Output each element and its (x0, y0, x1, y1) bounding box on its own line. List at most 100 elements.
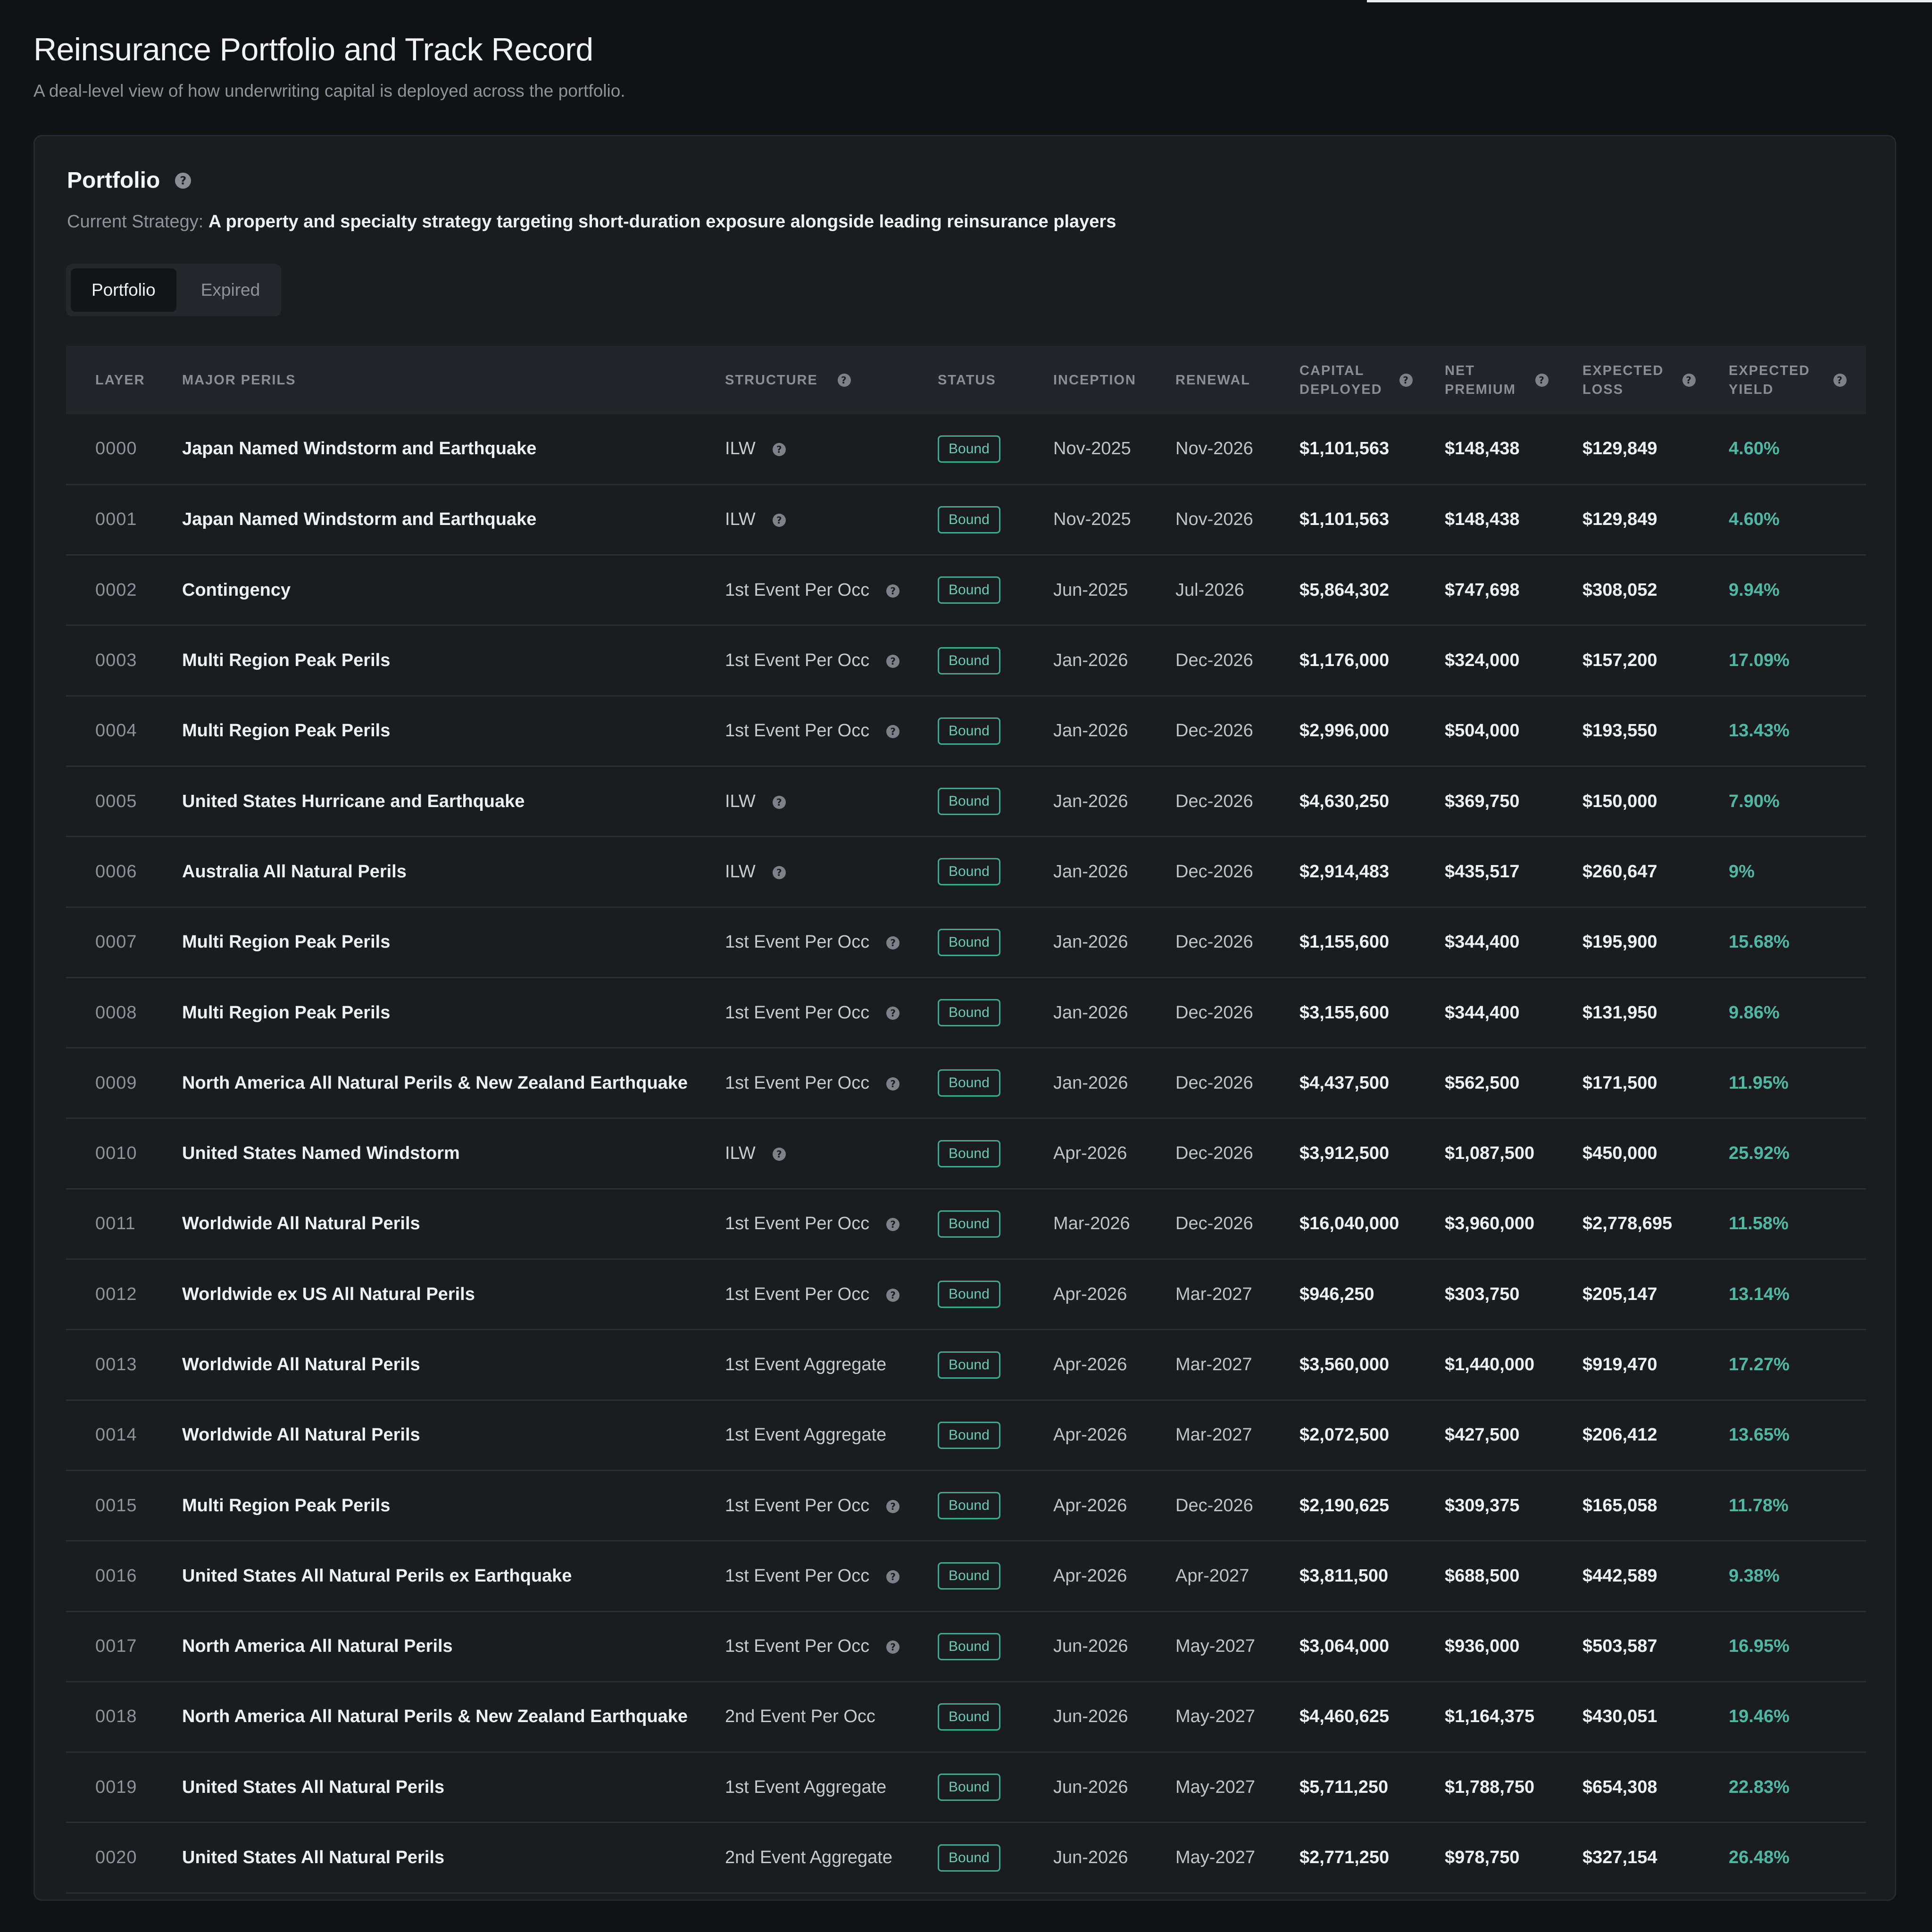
cell-capital: $2,190,625 (1299, 1495, 1390, 1516)
col-header-status[interactable]: Status (908, 346, 1024, 414)
question-circle-icon[interactable]: ? (886, 1077, 900, 1091)
table-row[interactable]: 0005 United States Hurricane and Earthqua… (66, 766, 1866, 837)
col-header-structure[interactable]: Structure? (696, 346, 908, 414)
col-header-loss[interactable]: Expected Loss? (1553, 346, 1699, 414)
question-circle-icon[interactable]: ? (886, 1218, 900, 1232)
question-circle-icon[interactable]: ? (886, 1499, 900, 1513)
tab-portfolio[interactable]: Portfolio (71, 268, 176, 312)
cell-inception: Mar-2026 (1053, 1214, 1130, 1234)
cell-layer: 0019 (95, 1777, 137, 1797)
cell-premium: $148,438 (1445, 439, 1520, 459)
cell-capital: $3,811,500 (1299, 1566, 1389, 1586)
cell-status: Bound (908, 1541, 1024, 1611)
cell-capital: $4,630,250 (1299, 791, 1390, 811)
table-row[interactable]: 0001 Japan Named Windstorm and Earthquake… (66, 484, 1866, 555)
cell-capital: $2,914,483 (1299, 861, 1390, 882)
table-row[interactable]: 0011 Worldwide All Natural Perils 1st Even… (66, 1189, 1866, 1259)
cell-renewal: Dec-2026 (1175, 1143, 1253, 1164)
question-circle-icon[interactable]: ? (886, 1288, 900, 1302)
question-circle-icon[interactable]: ? (772, 795, 786, 809)
table-row[interactable]: 0010 United States Named Windstorm ILW? Bou… (66, 1118, 1866, 1189)
cell-capital: $2,771,250 (1299, 1848, 1390, 1868)
cell-loss: $327,154 (1582, 1848, 1657, 1868)
cell-perils: Japan Named Windstorm and Earthquake (182, 439, 537, 459)
table-row[interactable]: 0002 Contingency 1st Event Per Occ? Bound Ju… (66, 555, 1866, 625)
status-badge: Bound (938, 1774, 1000, 1801)
table-row[interactable]: 0020 United States All Natural Perils 2nd … (66, 1823, 1866, 1893)
cell-layer: 0009 (95, 1073, 137, 1093)
cell-loss: $129,849 (1582, 509, 1657, 530)
structure-label: 2nd Event Aggregate (725, 1848, 892, 1868)
table-row[interactable]: 0012 Worldwide ex US All Natural Perils 1s… (66, 1259, 1866, 1330)
table-row[interactable]: 0017 North America All Natural Perils 1st … (66, 1611, 1866, 1682)
cell-structure: 1st Event Per Occ? (696, 625, 908, 696)
question-circle-icon[interactable]: ? (886, 655, 900, 668)
cell-renewal: Dec-2026 (1175, 1002, 1253, 1023)
cell-capital: $3,560,000 (1299, 1355, 1390, 1374)
cell-yield: 4.60% (1729, 509, 1780, 530)
question-circle-icon[interactable]: ? (886, 725, 900, 739)
strategy-text: A property and specialty strategy target… (208, 212, 1116, 232)
col-header-layer[interactable]: Layer (66, 346, 153, 414)
question-circle-icon[interactable]: ? (1682, 373, 1696, 387)
question-circle-icon[interactable]: ? (772, 1148, 786, 1161)
cell-inception: Apr-2026 (1053, 1355, 1127, 1374)
cell-premium: $369,750 (1445, 791, 1520, 811)
cell-premium: $1,087,500 (1445, 1143, 1535, 1164)
table-row[interactable]: 0014 Worldwide All Natural Perils 1st Even… (66, 1400, 1866, 1471)
status-badge: Bound (938, 788, 1000, 816)
cell-loss: $442,589 (1582, 1566, 1657, 1586)
structure-label: 1st Event Aggregate (725, 1355, 887, 1374)
table-row[interactable]: 0013 Worldwide All Natural Perils 1st Even… (66, 1330, 1866, 1400)
cell-renewal: May-2027 (1175, 1777, 1255, 1797)
cell-capital: $4,437,500 (1299, 1073, 1390, 1093)
tab-expired[interactable]: Expired (180, 268, 281, 312)
structure-label: 1st Event Per Occ (725, 1495, 870, 1516)
table-row[interactable]: 0015 Multi Region Peak Perils 1st Event Pe… (66, 1470, 1866, 1541)
cell-layer: 0014 (95, 1425, 137, 1445)
col-header-inception[interactable]: Inception (1024, 346, 1146, 414)
question-circle-icon[interactable]: ? (886, 584, 900, 598)
table-row[interactable]: 0018 North America All Natural Perils & N… (66, 1682, 1866, 1752)
table-row[interactable]: 0007 Multi Region Peak Perils 1st Event Pe… (66, 907, 1866, 978)
cell-inception: Jan-2026 (1053, 1002, 1128, 1023)
table-row[interactable]: 0016 United States All Natural Perils ex … (66, 1541, 1866, 1612)
table-row[interactable]: 0008 Multi Region Peak Perils 1st Event Pe… (66, 977, 1866, 1048)
cell-structure: 1st Event Per Occ? (696, 555, 908, 625)
question-circle-icon[interactable]: ? (1833, 373, 1847, 387)
table-row[interactable]: 0004 Multi Region Peak Perils 1st Event Pe… (66, 696, 1866, 766)
table-row[interactable]: 0000 Japan Named Windstorm and Earthquake… (66, 414, 1866, 485)
question-circle-icon[interactable]: ? (772, 866, 786, 879)
question-circle-icon[interactable]: ? (886, 1570, 900, 1583)
col-header-perils[interactable]: Major Perils (153, 346, 696, 414)
question-circle-icon[interactable]: ? (1535, 373, 1549, 387)
portfolio-card: Portfolio ? Current Strategy: A property… (33, 135, 1896, 1901)
table-row[interactable]: 0006 Australia All Natural Perils ILW? Boun… (66, 837, 1866, 908)
table-row[interactable]: 0003 Multi Region Peak Perils 1st Event Pe… (66, 625, 1866, 696)
question-circle-icon[interactable]: ? (772, 514, 786, 527)
question-circle-icon[interactable]: ? (886, 936, 900, 950)
col-header-renewal[interactable]: Renewal (1146, 346, 1270, 414)
col-header-premium[interactable]: Net Premium? (1416, 346, 1553, 414)
col-header-yield[interactable]: Expected Yield? (1699, 346, 1866, 414)
question-circle-icon[interactable]: ? (175, 172, 192, 189)
question-circle-icon[interactable]: ? (886, 1007, 900, 1020)
col-header-capital[interactable]: Capital Deployed? (1270, 346, 1416, 414)
question-circle-icon[interactable]: ? (772, 443, 786, 457)
cell-yield: 11.78% (1729, 1495, 1789, 1516)
cell-capital: $3,155,600 (1299, 1002, 1390, 1023)
cell-status: Bound (908, 1682, 1024, 1752)
status-badge: Bound (938, 1281, 1000, 1308)
cell-premium: $344,400 (1445, 932, 1520, 952)
cell-capital: $1,101,563 (1299, 439, 1390, 459)
structure-label: ILW (725, 791, 756, 811)
table-row[interactable]: 0009 North America All Natural Perils & N… (66, 1048, 1866, 1118)
table-row[interactable]: 0019 United States All Natural Perils 1st … (66, 1752, 1866, 1823)
cell-loss: $165,058 (1582, 1495, 1657, 1516)
question-circle-icon[interactable]: ? (1399, 373, 1413, 387)
question-circle-icon[interactable]: ? (837, 373, 851, 387)
question-circle-icon[interactable]: ? (886, 1641, 900, 1654)
cell-structure: 1st Event Per Occ? (696, 1189, 908, 1259)
cell-yield: 13.14% (1729, 1284, 1790, 1304)
cell-structure: 1st Event Per Occ? (696, 696, 908, 766)
